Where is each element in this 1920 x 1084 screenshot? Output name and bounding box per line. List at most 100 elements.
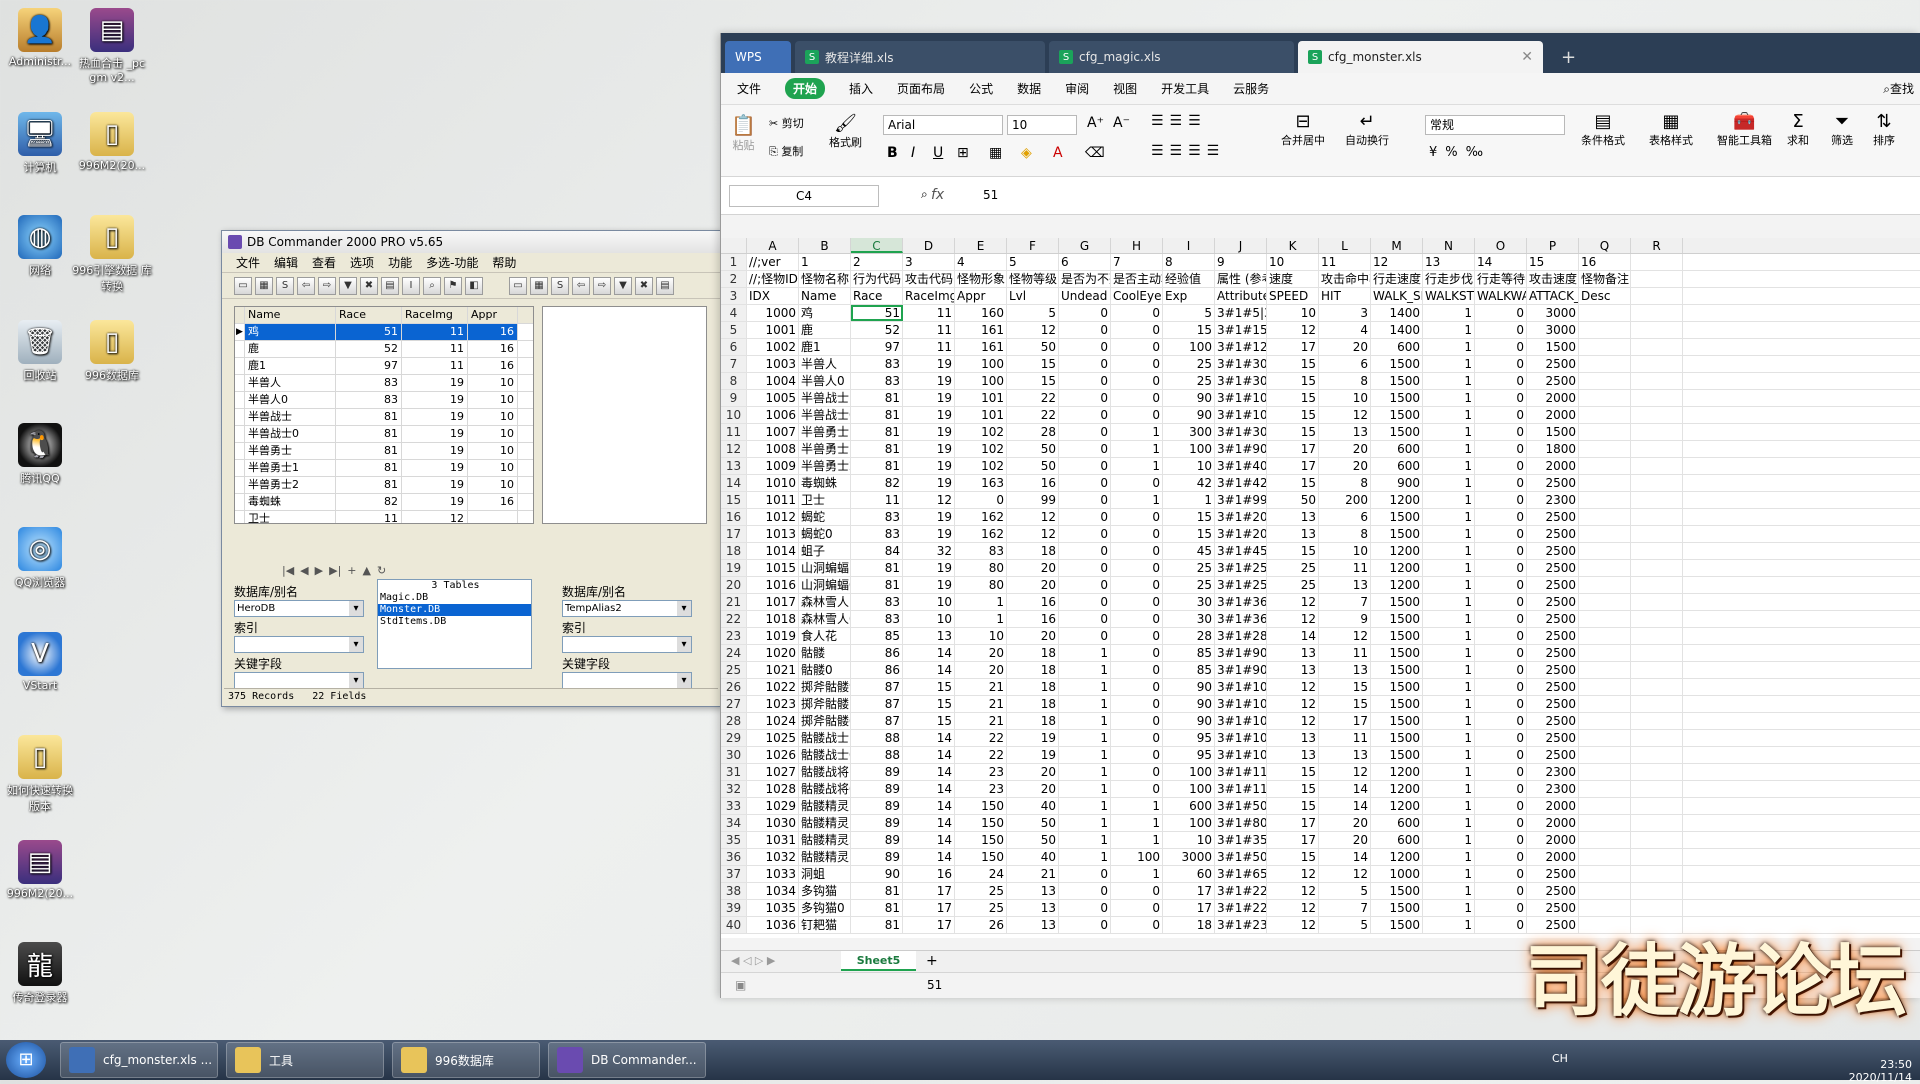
sheet-cell[interactable]: 20 [1007,577,1059,593]
sheet-cell[interactable]: 1 [1423,747,1475,763]
db-grid-cell[interactable]: 81 [336,426,402,442]
sheet-cell[interactable] [1579,730,1631,746]
sheet-cell[interactable]: 161 [955,339,1007,355]
sheet-cell[interactable]: 17 [1163,883,1215,899]
row-header[interactable]: 28 [721,713,747,729]
sheet-cell[interactable]: 鸡 [799,305,851,321]
sheet-cell[interactable]: 90 [851,866,903,882]
sheet-cell[interactable]: 1013 [747,526,799,542]
sheet-cell[interactable]: 半兽战士0 [799,407,851,423]
grow-font-icon[interactable]: A⁺ [1087,115,1104,131]
sheet-cell[interactable]: 2300 [1527,492,1579,508]
sheet-cell[interactable]: 7 [1319,594,1371,610]
sheet-cell[interactable]: RaceImg [903,288,955,304]
sheet-cell[interactable] [1579,866,1631,882]
sheet-cell[interactable]: 1200 [1371,560,1423,576]
sheet-cell[interactable] [1631,271,1683,287]
sheet-cell[interactable]: 0 [1475,815,1527,831]
sheet-cell[interactable]: Exp [1163,288,1215,304]
sheet-cell[interactable]: 1 [1423,662,1475,678]
filter-button[interactable]: ⏷ 筛选 [1831,111,1853,148]
sheet-cell[interactable]: 1 [1423,764,1475,780]
sheet-cell[interactable]: 0 [1475,424,1527,440]
sheet-cell[interactable]: 2500 [1527,509,1579,525]
db-grid-row[interactable]: 毒蜘蛛 82 19 16 [235,494,533,511]
sheet-cell[interactable]: 13 [1267,730,1319,746]
sheet-cell[interactable]: 1 [1111,441,1163,457]
row-header[interactable]: 29 [721,730,747,746]
sheet-cell[interactable] [1631,305,1683,321]
sheet-cell[interactable]: 42 [1163,475,1215,491]
sheet-cell[interactable]: 3#1#90|3# [1215,662,1267,678]
db-grid-row[interactable]: 半兽战士 81 19 10 [235,409,533,426]
prev-record-icon[interactable]: ◀ [300,564,308,577]
sheet-cell[interactable] [1579,747,1631,763]
sheet-cell[interactable]: 28 [1007,424,1059,440]
sheet-cell[interactable]: 88 [851,730,903,746]
sheet-cell[interactable]: 鹿1 [799,339,851,355]
sheet-cell[interactable]: 钉耙猫 [799,917,851,933]
db-data-grid[interactable]: Name Race RaceImg Appr ▶ 鸡 51 11 16 鹿 52 11 16 鹿1… [234,306,534,524]
sheet-cell[interactable]: 骷髅战士 [799,730,851,746]
sheet-cell[interactable] [1631,356,1683,372]
db-grid-cell[interactable]: 10 [468,375,518,391]
sheet-cell[interactable] [1631,458,1683,474]
db-grid-cell[interactable]: 鹿1 [245,358,336,374]
sheet-cell[interactable] [1631,849,1683,865]
sheet-cell[interactable]: 2500 [1527,373,1579,389]
db-grid-cell[interactable]: 82 [336,494,402,510]
sheet-cell[interactable]: 3#1#36|3# [1215,594,1267,610]
sheet-cell[interactable]: 1011 [747,492,799,508]
italic-icon[interactable]: I [911,145,915,161]
sheet-cell[interactable]: 0 [1475,305,1527,321]
db-grid-row[interactable]: 半兽勇士 81 19 10 [235,443,533,460]
sheet-cell[interactable]: 0 [1059,441,1111,457]
sheet-cell[interactable]: 2500 [1527,543,1579,559]
sheet-cell[interactable]: 32 [903,543,955,559]
sheet-cell[interactable]: 15 [1163,509,1215,525]
sheet-cell[interactable]: 3000 [1527,305,1579,321]
sheet-cell[interactable]: //;怪物IDX [747,271,799,287]
import-icon[interactable]: ⇦ [572,276,590,295]
sheet-cell[interactable]: 0 [1475,798,1527,814]
sheet-cell[interactable]: 0 [1111,543,1163,559]
db-grid-cell[interactable]: 81 [336,460,402,476]
sheet-cell[interactable]: 0 [1111,917,1163,933]
sheet-cell[interactable]: 0 [1475,543,1527,559]
sheet-cell[interactable]: 1 [1423,628,1475,644]
sheet-cell[interactable]: 1005 [747,390,799,406]
sheet-cell[interactable]: 1500 [1527,339,1579,355]
sheet-cell[interactable]: 半兽人 [799,356,851,372]
sheet-cell[interactable]: 6 [1319,356,1371,372]
sheet-cell[interactable]: 1 [1163,492,1215,508]
sheet-cell[interactable]: 15 [1319,679,1371,695]
sheet-cell[interactable]: 102 [955,458,1007,474]
sheet-cell[interactable]: 1 [1423,390,1475,406]
sheet-cell[interactable]: 15 [1267,475,1319,491]
sheet-cell[interactable]: 16 [1579,254,1631,270]
sheet-cell[interactable]: 2000 [1527,832,1579,848]
sheet-cell[interactable]: 1500 [1371,407,1423,423]
sheet-cell[interactable]: 3#1#36|3# [1215,611,1267,627]
sheet-cell[interactable]: 83 [955,543,1007,559]
desktop-icon-996m2-rar[interactable]: ▤ 996M2(20... [0,840,80,900]
start-button[interactable]: ⊞ [6,1042,46,1078]
sheet-cell[interactable]: 14 [903,798,955,814]
sheet-cell[interactable]: 81 [851,577,903,593]
sheet-cell[interactable]: 83 [851,594,903,610]
db-grid-cell[interactable]: 鹿 [245,341,336,357]
sheet-cell[interactable]: 0 [1475,560,1527,576]
sheet-cell[interactable]: 2500 [1527,696,1579,712]
sheet-cell[interactable]: 1 [1423,339,1475,355]
sheet-cell[interactable]: 0 [1111,628,1163,644]
sheet-cell[interactable]: 12 [1007,509,1059,525]
sheet-cell[interactable]: 2500 [1527,611,1579,627]
post-record-icon[interactable]: ▲ [363,564,371,577]
sheet-cell[interactable]: 8 [1163,254,1215,270]
sheet-cell[interactable]: 14 [1475,254,1527,270]
align-vertical-icons[interactable]: ☰☰☰ [1151,113,1207,129]
sheet-cell[interactable] [1631,526,1683,542]
sheet-cell[interactable]: 97 [851,339,903,355]
sheet-cell[interactable]: 多钩猫 [799,883,851,899]
db-menu-help[interactable]: 帮助 [492,254,516,271]
